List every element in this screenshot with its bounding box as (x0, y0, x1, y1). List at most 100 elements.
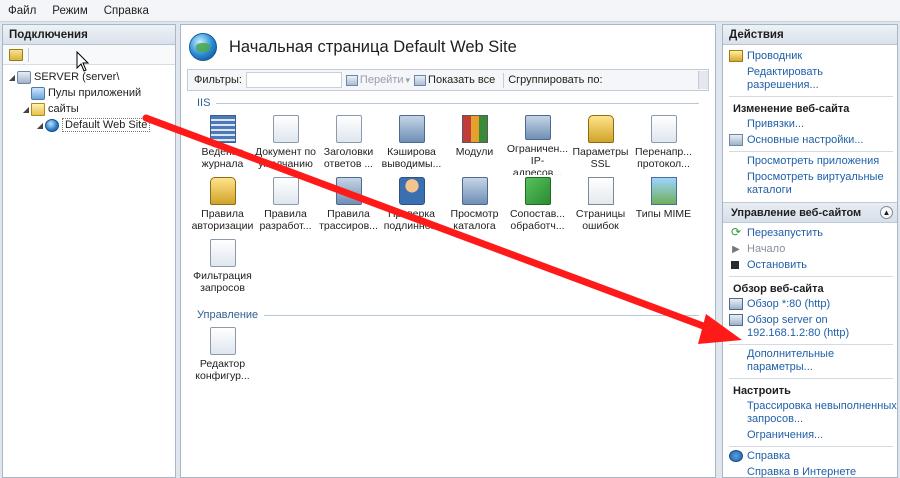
page-header: Начальная страница Default Web Site (181, 25, 715, 69)
filter-input[interactable] (245, 72, 342, 88)
stop-link[interactable]: Остановить (729, 258, 897, 274)
binoculars-icon (345, 74, 358, 86)
browse-site-heading: Обзор веб-сайта (733, 283, 824, 295)
feature-label: Перенапр... протокол... (635, 146, 692, 170)
feature-item[interactable]: Страницы ошибок (569, 175, 632, 237)
feature-item[interactable]: Сопостав... обработч... (506, 175, 569, 237)
feature-item[interactable]: Типы MIME (632, 175, 695, 237)
bindings-label: Привязки... (747, 118, 805, 130)
online-help-link[interactable]: Справка в Интернете (729, 465, 897, 478)
section-header: IIS (197, 97, 699, 109)
feature-item[interactable]: Правила авторизации (191, 175, 254, 237)
manage-site-group: Управление веб-сайтом ▲ (723, 202, 897, 223)
feature-item[interactable]: Заголовки ответов ... (317, 113, 380, 175)
view-applications-label: Просмотреть приложения (747, 155, 880, 167)
feature-label: Правила трассиров... (319, 208, 378, 232)
browse-ip-label: Обзор server on 192.168.1.2:80 (http) (747, 314, 850, 339)
basic-settings-link[interactable]: Основные настройки... (729, 133, 897, 149)
advanced-settings-link[interactable]: Дополнительные параметры... (729, 347, 897, 376)
feature-label: Заголовки ответов ... (323, 146, 374, 170)
authorization-icon (209, 177, 236, 205)
play-icon: ▶ (732, 244, 740, 255)
actions-title: Действия (723, 25, 897, 45)
tree-node[interactable]: ◢ Default Web Site (3, 117, 175, 133)
feature-item[interactable]: Документ по умолчанию (254, 113, 317, 175)
feature-item[interactable]: Редактор конфигур... (191, 325, 254, 387)
online-help-label: Справка в Интернете (747, 466, 857, 478)
advanced-settings-label: Дополнительные параметры... (747, 348, 835, 373)
tree-node-label: сайты (48, 103, 79, 115)
feature-grid: Редактор конфигур... (181, 321, 711, 387)
restart-link[interactable]: ⟳ Перезапустить (729, 226, 897, 242)
limits-link[interactable]: Ограничения... (729, 428, 897, 444)
modules-icon (461, 115, 488, 143)
view-applications-link[interactable]: Просмотреть приложения (729, 154, 897, 170)
divider (729, 151, 893, 152)
explore-link[interactable]: Проводник (729, 49, 897, 65)
tree-node[interactable]: ◢ сайты (3, 101, 175, 117)
feature-item[interactable]: Перенапр... протокол... (632, 113, 695, 175)
bindings-link[interactable]: Привязки... (729, 117, 897, 133)
feature-item[interactable]: Ведение журнала (191, 113, 254, 175)
features-view: IIS Ведение журнала Документ по умолчанию З… (181, 97, 715, 387)
feature-item[interactable]: Кэширова выводимы... (380, 113, 443, 175)
feature-label: Сопостав... обработч... (509, 208, 566, 232)
collapse-icon[interactable]: ▲ (880, 206, 893, 219)
help-link[interactable]: Справка (729, 449, 897, 465)
explore-label: Проводник (747, 50, 803, 62)
expand-arrow-icon[interactable]: ◢ (21, 105, 31, 114)
menu-view[interactable]: Режим (52, 5, 87, 17)
basic-settings-label: Основные настройки... (747, 134, 864, 146)
dropdown-arrow-icon: ▾ (405, 74, 411, 85)
feature-item[interactable]: Ограничен... IP-адресов... (506, 113, 569, 175)
expand-arrow-icon[interactable]: ◢ (7, 73, 17, 82)
connections-title: Подключения (3, 25, 175, 45)
tree-node[interactable]: Пулы приложений (3, 85, 175, 101)
feature-item[interactable]: Правила разработ... (254, 175, 317, 237)
globe-icon (45, 118, 59, 132)
edit-permissions-label: Редактировать разрешения... (747, 66, 823, 91)
feature-item[interactable]: Фильтрация запросов (191, 237, 254, 299)
error-pages-icon (587, 177, 614, 205)
expand-arrow-icon[interactable]: ◢ (35, 121, 45, 130)
manage-site-heading: Управление веб-сайтом (731, 206, 862, 219)
feature-item[interactable]: Параметры SSL (569, 113, 632, 175)
new-connection-icon[interactable] (9, 48, 23, 61)
feature-label: Документ по умолчанию (254, 146, 317, 170)
failed-request-tracing-link[interactable]: Трассировка невыполненных запросов... (729, 399, 897, 428)
feature-item[interactable]: Модули (443, 113, 506, 175)
feature-item[interactable]: Просмотр каталога (443, 175, 506, 237)
page-title: Начальная страница Default Web Site (229, 37, 517, 56)
feature-label: Проверка подлинно... (383, 208, 440, 232)
menu-help[interactable]: Справка (104, 5, 149, 17)
menu-file[interactable]: Файл (8, 5, 36, 17)
ssl-lock-icon (587, 115, 614, 143)
edit-permissions-link[interactable]: Редактировать разрешения... (729, 65, 897, 94)
ip-restrictions-icon (524, 115, 551, 141)
feature-item[interactable]: Проверка подлинно... (380, 175, 443, 237)
go-label: Перейти (359, 74, 404, 86)
handler-mappings-icon (524, 177, 551, 205)
show-all-button[interactable]: Показать все (414, 74, 495, 86)
view-virtual-dirs-link[interactable]: Просмотреть виртуальные каталоги (729, 170, 897, 199)
request-filtering-icon (209, 239, 236, 267)
browse-icon (729, 314, 743, 326)
start-link[interactable]: ▶ Начало (729, 242, 897, 258)
default-document-icon (272, 115, 299, 143)
tracing-icon (335, 177, 362, 205)
webdav-icon (272, 177, 299, 205)
feature-item[interactable]: Правила трассиров... (317, 175, 380, 237)
filter-label: Фильтры: (194, 74, 242, 86)
help-icon (729, 450, 743, 462)
filter-separator (503, 72, 505, 88)
scroll-down-button[interactable] (698, 71, 708, 89)
folder-icon (729, 50, 743, 62)
feature-label: Просмотр каталога (450, 208, 499, 232)
mime-types-icon (650, 177, 677, 205)
go-button[interactable]: Перейти ▾ (345, 74, 411, 86)
browse-80-link[interactable]: Обзор *:80 (http) (729, 297, 897, 313)
browse-ip-link[interactable]: Обзор server on 192.168.1.2:80 (http) (729, 313, 897, 342)
feature-label: Параметры SSL (572, 146, 629, 170)
group-by-dropdown[interactable]: Сгруппировать по: (508, 74, 602, 86)
tree-node[interactable]: ◢ SERVER (server\ (3, 69, 175, 85)
